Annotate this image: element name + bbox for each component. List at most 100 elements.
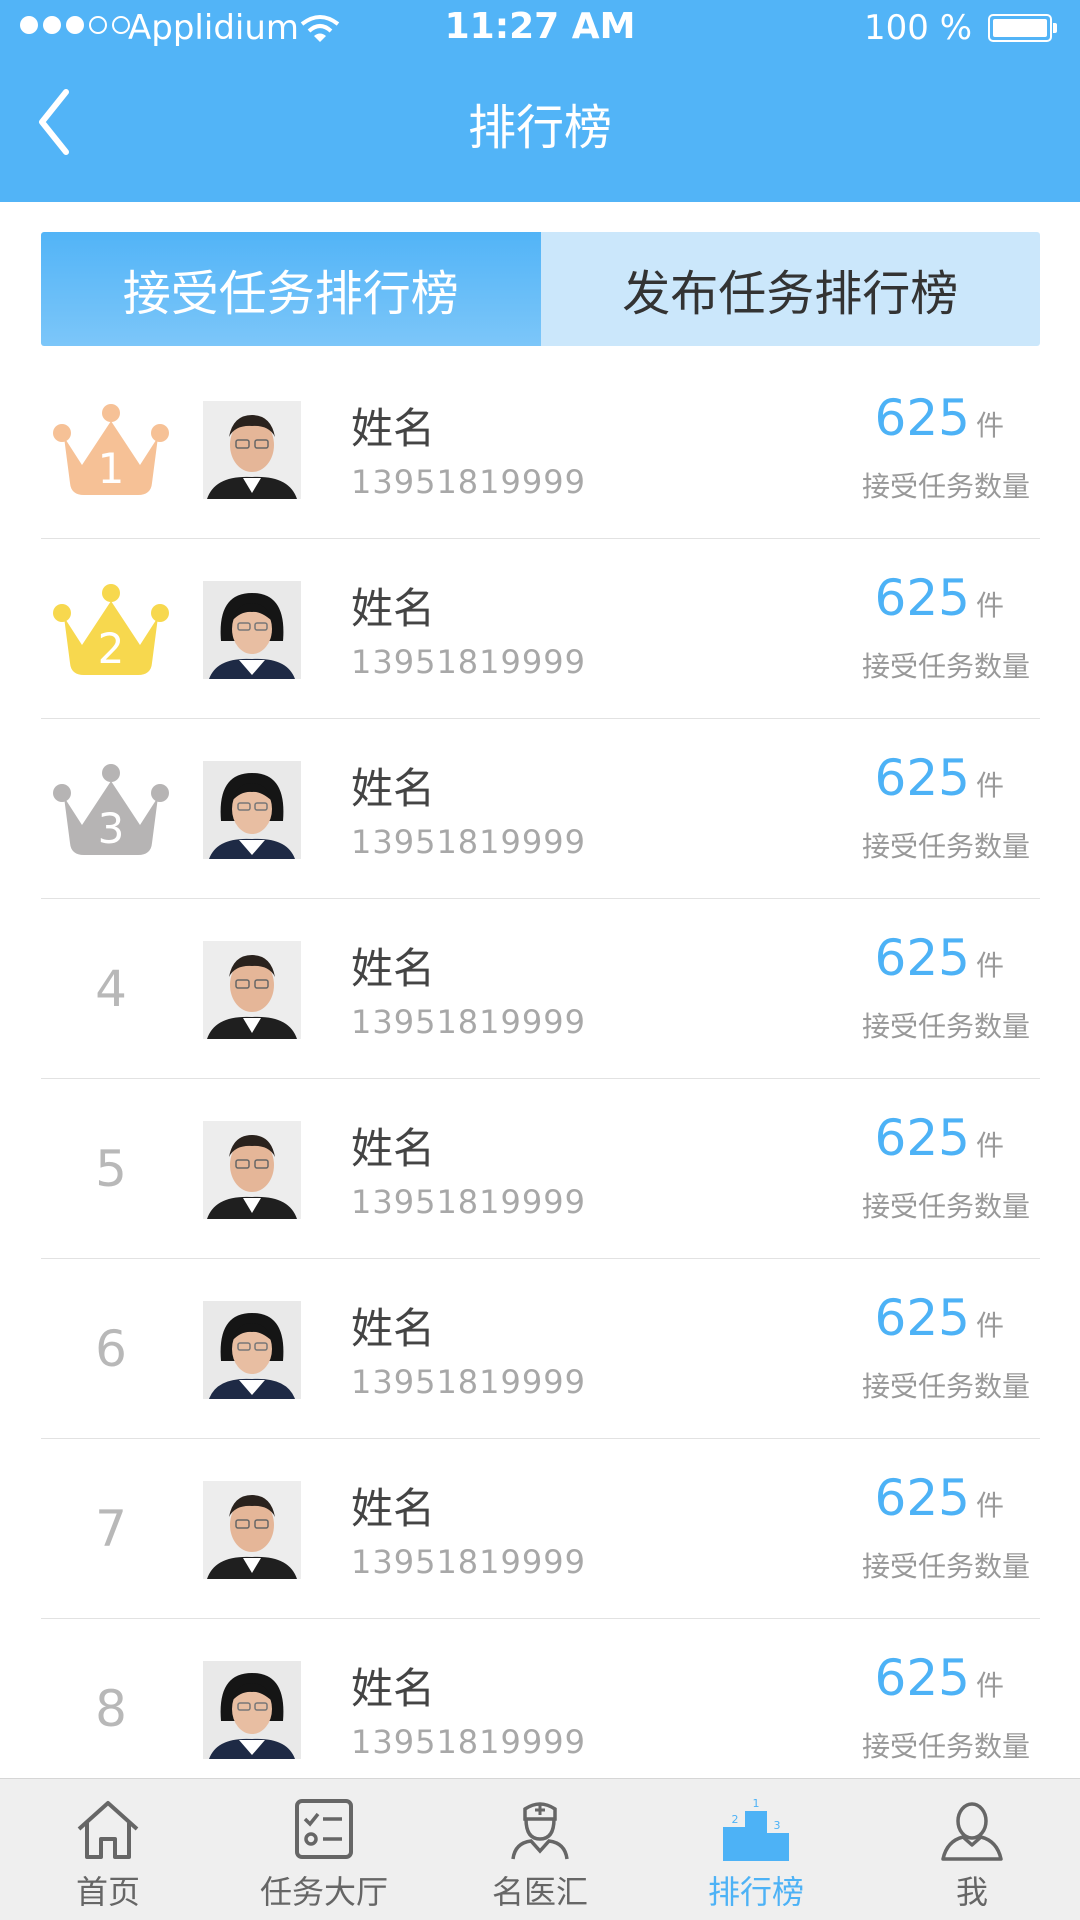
tabbar-label: 任务大厅 [259,1873,388,1911]
task-count-unit: 件 [975,1129,1004,1162]
svg-text:1: 1 [753,1797,760,1810]
svg-text:2: 2 [732,1813,739,1826]
user-name: 姓名 [351,584,436,633]
avatar [203,1481,301,1579]
task-count-unit: 件 [975,769,1004,802]
ranking-row[interactable]: 2 姓名 13951819999 625 件 接受任务数量 [41,539,1040,719]
user-name: 姓名 [351,1484,436,1533]
task-count: 625 件 [875,749,1004,807]
task-count-unit: 件 [975,589,1004,622]
user-name: 姓名 [351,1304,436,1353]
task-count-unit: 件 [975,409,1004,442]
avatar [203,1301,301,1399]
rank-number: 1 [98,444,125,493]
tab-accept-task-ranking[interactable]: 接受任务排行榜 [41,232,541,346]
rank-number: 3 [98,804,125,853]
rank-badge: 2 [41,539,181,719]
avatar [203,401,301,499]
tabbar-item-me[interactable]: 我 [864,1779,1080,1920]
gold-crown-icon: 2 [53,584,169,675]
rank-number: 5 [95,1140,127,1198]
task-count-value: 625 [874,749,970,807]
user-name: 姓名 [351,1664,436,1713]
rank-number: 4 [95,960,127,1018]
rank-badge: 4 [41,899,181,1079]
user-name: 姓名 [351,404,436,453]
tabbar-label: 首页 [75,1873,140,1911]
rank-badge: 6 [41,1259,181,1439]
rank-badge: 7 [41,1439,181,1619]
task-count: 625 件 [875,1109,1004,1167]
avatar [203,761,301,859]
user-name: 姓名 [351,764,436,813]
avatar [203,941,301,1039]
phone-number: 13951819999 [351,1003,586,1041]
user-icon [941,1802,1003,1861]
phone-number: 13951819999 [351,823,586,861]
avatar [203,581,301,679]
task-count-label: 接受任务数量 [861,650,1030,683]
rank-number: 6 [95,1320,127,1378]
svg-text:3: 3 [774,1819,781,1832]
tabbar-item-ranking[interactable]: 1 2 3 排行榜 [648,1779,864,1920]
user-name: 姓名 [351,944,436,993]
rank-badge: 8 [41,1619,181,1799]
task-count-unit: 件 [975,1309,1004,1342]
task-count-value: 625 [874,389,970,447]
task-list-icon [295,1799,353,1859]
task-count-label: 接受任务数量 [861,470,1030,503]
task-count-value: 625 [874,1649,970,1707]
user-name: 姓名 [351,1124,436,1173]
battery-icon [988,14,1057,42]
ranking-row[interactable]: 5 姓名 13951819999 625 件 接受任务数量 [41,1079,1040,1259]
task-count-label: 接受任务数量 [861,1370,1030,1403]
phone-number: 13951819999 [351,643,586,681]
task-count-value: 625 [874,929,970,987]
task-count-unit: 件 [975,1489,1004,1522]
task-count-label: 接受任务数量 [861,1010,1030,1043]
tabbar-item-home[interactable]: 首页 [0,1779,216,1920]
phone-number: 13951819999 [351,1363,586,1401]
silver-crown-icon: 3 [53,764,169,855]
task-count-value: 625 [874,1289,970,1347]
task-count-unit: 件 [975,949,1004,982]
tabbar-item-task-hall[interactable]: 任务大厅 [216,1779,432,1920]
tab-publish-task-ranking[interactable]: 发布任务排行榜 [540,232,1040,346]
task-count: 625 件 [875,389,1004,447]
task-count-label: 接受任务数量 [861,1190,1030,1223]
rank-badge: 3 [41,719,181,899]
task-count: 625 件 [875,1649,1004,1707]
task-count: 625 件 [875,1469,1004,1527]
rank-badge: 5 [41,1079,181,1259]
ranking-row[interactable]: 8 姓名 13951819999 625 件 接受任务数量 [41,1619,1040,1799]
phone-number: 13951819999 [351,1723,586,1761]
task-count-value: 625 [874,1469,970,1527]
task-count: 625 件 [875,1289,1004,1347]
bronze-crown-icon: 1 [53,404,169,495]
tabbar-label: 我 [955,1873,988,1911]
battery-percentage: 100 % [863,8,972,48]
avatar [203,1121,301,1219]
ranking-row[interactable]: 4 姓名 13951819999 625 件 接受任务数量 [41,899,1040,1079]
rank-number: 2 [98,624,125,673]
home-icon [77,1801,139,1859]
doctor-icon [511,1802,569,1860]
header-bar: Applidium 11:27 AM 100 % 排行榜 [0,0,1080,202]
tabbar-label: 名医汇 [491,1873,588,1911]
phone-number: 13951819999 [351,463,586,501]
task-count: 625 件 [875,569,1004,627]
ranking-row[interactable]: 6 姓名 13951819999 625 件 接受任务数量 [41,1259,1040,1439]
ranking-tab-switcher: 接受任务排行榜 发布任务排行榜 [41,232,1040,346]
rank-number: 8 [95,1680,127,1738]
avatar [203,1661,301,1759]
task-count-value: 625 [874,569,970,627]
ranking-row[interactable]: 7 姓名 13951819999 625 件 接受任务数量 [41,1439,1040,1619]
podium-icon: 1 2 3 [723,1797,789,1861]
phone-number: 13951819999 [351,1543,586,1581]
phone-number: 13951819999 [351,1183,586,1221]
ranking-row[interactable]: 3 姓名 13951819999 625 件 接受任务数量 [41,719,1040,899]
ranking-row[interactable]: 1 姓名 13951819999 625 件 接受任务数量 [41,359,1040,539]
page-title: 排行榜 [467,100,612,156]
rank-number: 7 [95,1500,127,1558]
tabbar-item-famous-doctors[interactable]: 名医汇 [432,1779,648,1920]
